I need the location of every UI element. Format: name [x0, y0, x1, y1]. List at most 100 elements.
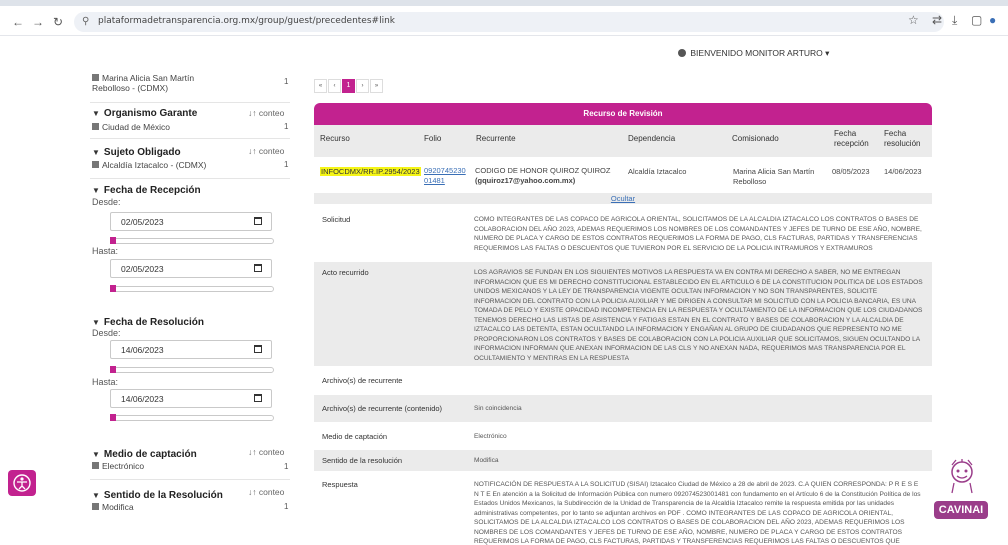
detail-row-medio: Medio de captación Electrónico	[322, 432, 507, 441]
slider-handle[interactable]	[110, 237, 116, 244]
slider-recepcion-hasta[interactable]	[110, 286, 274, 292]
browser-toolbar: ← → ↻ ⚲ plataformadetransparencia.org.mx…	[0, 0, 1008, 36]
detail-row-archivos-contenido: Archivo(s) de recurrente (contenido) Sin…	[314, 395, 932, 422]
url-text: plataformadetransparencia.org.mx/group/g…	[98, 16, 395, 26]
section-fecha-recepcion[interactable]: ▼ Fecha de Recepción	[92, 185, 201, 196]
col-dependencia[interactable]: Dependencia	[622, 125, 726, 157]
detail-row-solicitud: Solicitud COMO INTEGRANTES DE LAS COPACO…	[322, 215, 922, 252]
address-bar[interactable]: ⚲ plataformadetransparencia.org.mx/group…	[74, 12, 944, 32]
cavinai-face-icon	[951, 459, 973, 494]
user-menu[interactable]: BIENVENIDO MONITOR ARTURO ▾	[678, 48, 829, 59]
col-fecha-recepcion[interactable]: Fecha recepción	[828, 125, 878, 157]
checkbox-icon	[92, 123, 99, 130]
fecha-resolucion-hasta-input[interactable]: 14/06/2023	[110, 389, 272, 408]
site-header: BIENVENIDO MONITOR ARTURO ▾	[0, 36, 1008, 66]
filter-item-sentido[interactable]: Modifica	[92, 502, 134, 512]
chevron-down-icon: ▼	[92, 318, 100, 327]
label-hasta: Hasta:	[92, 246, 119, 256]
section-medio[interactable]: ▼ Medio de captación	[92, 449, 197, 460]
last-page-button[interactable]: »	[370, 79, 383, 93]
slider-handle[interactable]	[110, 366, 116, 373]
checkbox-icon	[92, 161, 99, 168]
arrow-left-icon[interactable]: ←	[12, 15, 24, 29]
translate-icon[interactable]: ⇄	[932, 13, 942, 27]
slider-resolucion-hasta[interactable]	[110, 415, 274, 421]
section-fecha-resolucion[interactable]: ▼ Fecha de Resolución	[92, 317, 204, 328]
cell-folio[interactable]: 0920745230 01481	[424, 166, 466, 186]
calendar-icon[interactable]	[254, 394, 262, 402]
fecha-resolucion-desde-input[interactable]: 14/06/2023	[110, 340, 272, 359]
detail-row-archivos: Archivo(s) de recurrente	[322, 376, 403, 385]
profile-icon[interactable]: ●	[989, 13, 996, 27]
detail-row-acto: Acto recurrido LOS AGRAVIOS SE FUNDAN EN…	[314, 262, 932, 366]
count-medio: 1	[284, 462, 289, 471]
filter-item-medio[interactable]: Electrónico	[92, 461, 144, 471]
arrow-right-icon[interactable]: →	[32, 15, 44, 29]
tab-strip	[0, 0, 1008, 6]
cell-fecha-resolucion: 14/06/2023	[884, 167, 922, 176]
detail-row-respuesta: Respuesta NOTIFICACIÓN DE RESPUESTA A LA…	[322, 480, 921, 545]
cavinai-label: CAVINAI	[934, 501, 988, 519]
star-icon[interactable]: ☆	[908, 13, 919, 27]
chevron-down-icon: ▼	[92, 186, 100, 195]
chevron-down-icon: ▼	[92, 450, 100, 459]
chevron-down-icon: ▼	[92, 148, 100, 157]
sort-organismo[interactable]: ↓↑ conteo	[248, 108, 284, 118]
col-recurso[interactable]: Recurso	[314, 125, 418, 157]
filter-item-sujeto[interactable]: Alcaldía Iztacalco - (CDMX)	[92, 160, 206, 170]
site-info-icon[interactable]: ⚲	[82, 16, 89, 27]
fecha-recepcion-hasta-input[interactable]: 02/05/2023	[110, 259, 272, 278]
label-desde: Desde:	[92, 328, 121, 338]
col-recurrente[interactable]: Recurrente	[470, 125, 622, 157]
count-organismo: 1	[284, 122, 289, 131]
calendar-icon[interactable]	[254, 217, 262, 225]
filter-item-comisionado[interactable]: Marina Alicia San Martín Rebolloso - (CD…	[92, 73, 194, 93]
section-sujeto[interactable]: ▼ Sujeto Obligado	[92, 147, 181, 158]
cell-fecha-recepcion: 08/05/2023	[832, 167, 870, 176]
sort-sentido[interactable]: ↓↑ conteo	[248, 487, 284, 497]
cell-comisionado: Marina Alicia San Martín Rebolloso	[733, 167, 815, 186]
slider-handle[interactable]	[110, 414, 116, 421]
download-icon[interactable]: ⤓	[952, 13, 957, 28]
calendar-icon[interactable]	[254, 264, 262, 272]
slider-recepcion-desde[interactable]	[110, 238, 274, 244]
slider-handle[interactable]	[110, 285, 116, 292]
label-hasta: Hasta:	[92, 377, 119, 387]
cell-dependencia: Alcaldía Iztacalco	[628, 167, 687, 176]
window-icon[interactable]: ▢	[971, 13, 982, 27]
label-desde: Desde:	[92, 197, 121, 207]
chevron-down-icon: ▼	[92, 109, 100, 118]
ocultar-link[interactable]: Ocultar	[611, 194, 635, 203]
user-icon	[678, 49, 686, 57]
count-comisionado: 1	[284, 77, 289, 86]
count-sujeto: 1	[284, 160, 289, 169]
col-comisionado[interactable]: Comisionado	[726, 125, 828, 157]
sort-sujeto[interactable]: ↓↑ conteo	[248, 146, 284, 156]
chevron-down-icon: ▼	[92, 491, 100, 500]
page-1-button[interactable]: 1	[342, 79, 355, 93]
col-folio[interactable]: Folio	[418, 125, 470, 157]
checkbox-icon	[92, 503, 99, 510]
filter-item-organismo[interactable]: Ciudad de México	[92, 122, 170, 132]
section-sentido[interactable]: ▼ Sentido de la Resolución	[92, 490, 223, 501]
user-label: BIENVENIDO MONITOR ARTURO	[690, 48, 823, 58]
cell-recurso[interactable]: INFOCDMX/RR.IP.2954/2023	[320, 167, 421, 177]
col-fecha-resolucion[interactable]: Fecha resolución	[878, 125, 932, 157]
reload-icon[interactable]: ↻	[53, 15, 63, 29]
accessibility-button[interactable]	[8, 470, 36, 496]
section-organismo[interactable]: ▼ Organismo Garante	[92, 108, 197, 119]
sort-medio[interactable]: ↓↑ conteo	[248, 447, 284, 457]
filter-sidebar: Marina Alicia San Martín Rebolloso - (CD…	[0, 66, 300, 545]
slider-resolucion-desde[interactable]	[110, 367, 274, 373]
panel-title: Recurso de Revisión	[314, 103, 932, 125]
calendar-icon[interactable]	[254, 345, 262, 353]
caret-icon: ▾	[825, 48, 830, 58]
checkbox-icon	[92, 74, 99, 81]
ocultar-row: Ocultar	[314, 193, 932, 204]
first-page-button[interactable]: «	[314, 79, 327, 93]
next-page-button[interactable]: ›	[356, 79, 369, 93]
count-sentido: 1	[284, 502, 289, 511]
fecha-recepcion-desde-input[interactable]: 02/05/2023	[110, 212, 272, 231]
detail-row-sentido: Sentido de la resolución Modifica	[314, 450, 932, 471]
prev-page-button[interactable]: ‹	[328, 79, 341, 93]
